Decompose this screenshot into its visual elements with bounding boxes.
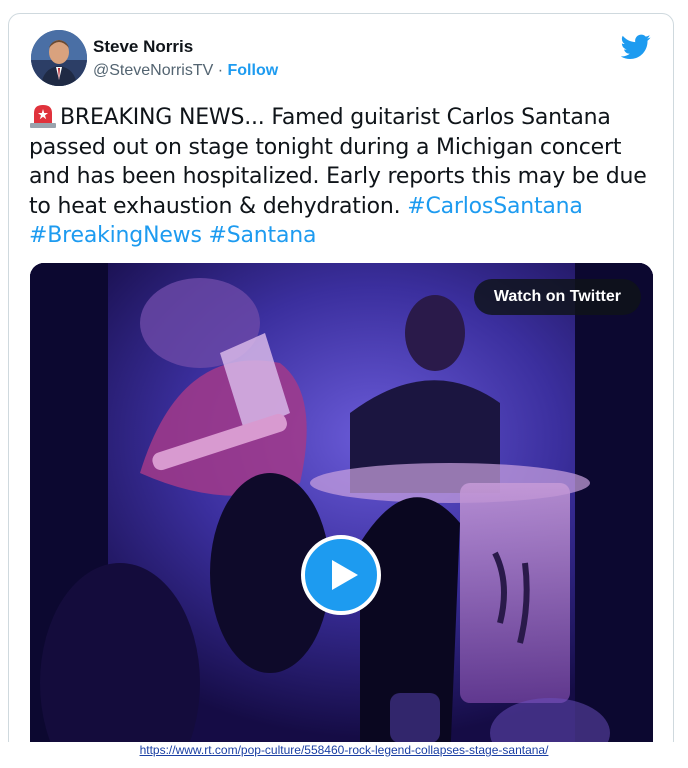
- play-icon: [332, 560, 358, 590]
- avatar[interactable]: [31, 30, 87, 86]
- hashtag-santana[interactable]: #Santana: [209, 223, 317, 248]
- separator-dot: ·: [217, 62, 224, 79]
- video-player[interactable]: Watch on Twitter: [30, 263, 653, 752]
- watch-on-twitter-button[interactable]: Watch on Twitter: [473, 279, 641, 315]
- tweet-card: Steve Norris @SteveNorrisTV · Follow BRE…: [8, 13, 674, 753]
- user-handle[interactable]: @SteveNorrisTV: [93, 62, 213, 79]
- concert-video-frame: [30, 263, 653, 752]
- tweet-text-line2: passed out on stage tonight during a Mic…: [29, 134, 622, 160]
- handle-row: @SteveNorrisTV · Follow: [93, 62, 278, 80]
- play-button[interactable]: [301, 535, 381, 615]
- tweet-text-line1: BREAKING NEWS... Famed guitarist Carlos …: [60, 105, 611, 130]
- profile-photo: [31, 30, 87, 86]
- tweet-body: BREAKING NEWS... Famed guitarist Carlos …: [29, 102, 659, 251]
- source-url-link[interactable]: https://www.rt.com/pop-culture/558460-ro…: [0, 742, 688, 758]
- twitter-bird-icon[interactable]: [621, 34, 651, 60]
- tweet-text-line3: and has been hospitalized. Early reports…: [29, 164, 647, 189]
- hashtag-carlossantana[interactable]: #CarlosSantana: [407, 194, 583, 219]
- follow-button[interactable]: Follow: [228, 62, 279, 79]
- tweet-text-line4: to heat exhaustion & dehydration.: [29, 193, 401, 219]
- hashtag-breakingnews[interactable]: #BreakingNews: [29, 223, 202, 248]
- display-name[interactable]: Steve Norris: [93, 37, 193, 57]
- police-siren-icon: [30, 105, 56, 128]
